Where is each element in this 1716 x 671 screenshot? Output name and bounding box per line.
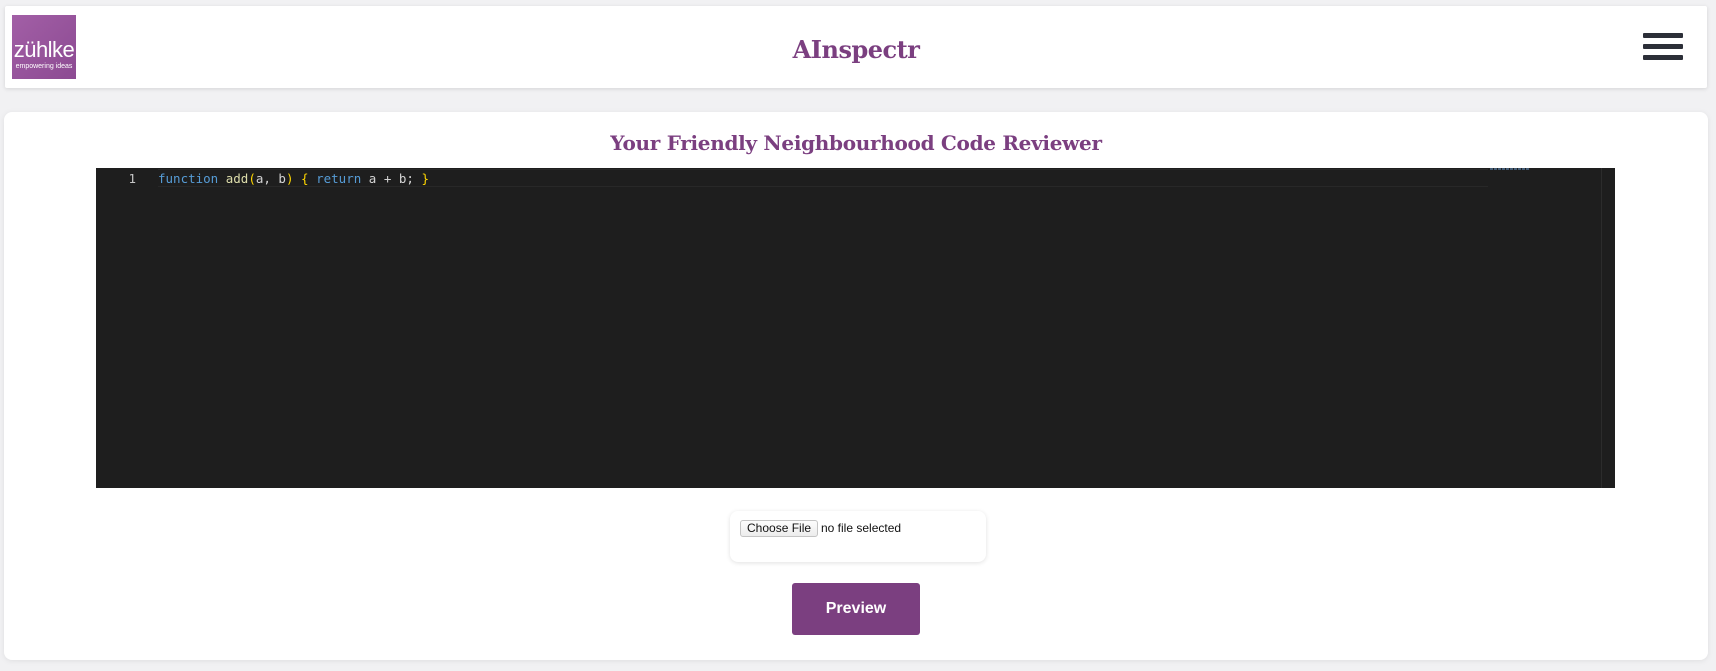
preview-button[interactable]: Preview	[792, 583, 920, 635]
keyword-token: return	[316, 171, 362, 186]
code-line[interactable]: function add(a, b) { return a + b; }	[158, 170, 429, 188]
app-header: zühlke empowering ideas AInspectr	[5, 6, 1707, 88]
bracket-token: (	[248, 171, 256, 186]
bracket-token: {	[301, 171, 309, 186]
line-number: 1	[128, 171, 136, 186]
app-title: AInspectr	[792, 35, 920, 64]
editor-gutter: 1	[96, 168, 146, 488]
editor-scrollbar[interactable]	[1601, 168, 1615, 488]
menu-bar	[1643, 55, 1683, 60]
function-name-token: add	[225, 171, 249, 186]
editor-minimap[interactable]	[1490, 168, 1584, 488]
bracket-token: )	[285, 171, 294, 186]
choose-file-button[interactable]: Choose File	[740, 520, 819, 537]
file-status-text: no file selected	[821, 521, 902, 535]
code-editor[interactable]: 1 function add(a, b) { return a + b; }	[96, 168, 1615, 488]
file-upload-box: Choose File no file selected	[730, 511, 986, 562]
keyword-token: function	[158, 171, 219, 186]
editor-text-area[interactable]: function add(a, b) { return a + b; }	[158, 168, 1581, 488]
minimap-line	[1490, 168, 1530, 170]
menu-bar	[1643, 44, 1683, 49]
main-card: Your Friendly Neighbourhood Code Reviewe…	[4, 112, 1708, 660]
hamburger-menu-icon[interactable]	[1643, 33, 1683, 67]
page-title: Your Friendly Neighbourhood Code Reviewe…	[610, 131, 1102, 155]
expression-token: a + b;	[368, 171, 414, 186]
menu-bar	[1643, 33, 1683, 38]
params-token: a, b	[255, 171, 286, 186]
bracket-token: }	[421, 171, 429, 186]
